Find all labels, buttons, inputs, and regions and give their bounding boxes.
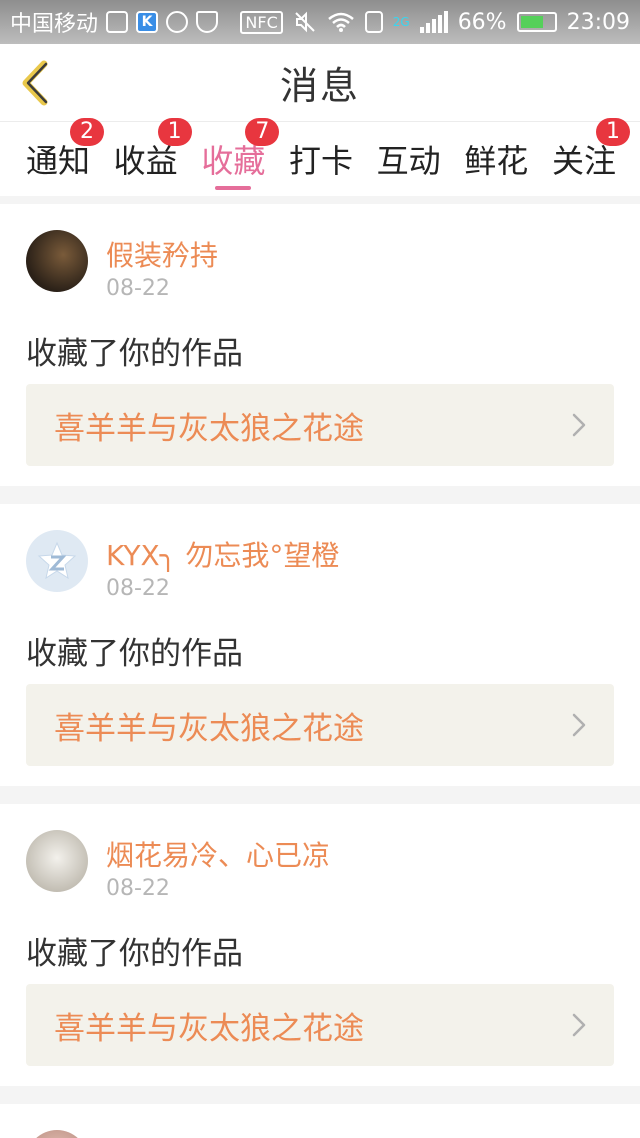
signal-icon <box>419 11 448 33</box>
k-app-icon: K <box>136 11 159 33</box>
timestamp: 08-22 <box>106 276 170 301</box>
nfc-icon: NFC <box>240 10 283 34</box>
work-title: 喜羊羊与灰太狼之花途 <box>54 410 364 447</box>
chevron-right-icon <box>572 413 586 437</box>
avatar[interactable] <box>26 530 88 592</box>
chevron-right-icon <box>572 713 586 737</box>
tab-notifications[interactable]: 通知 2 <box>26 118 105 196</box>
tab-flowers[interactable]: 鲜花 <box>464 122 528 196</box>
avatar[interactable] <box>26 830 88 892</box>
network-label: 2G <box>392 15 410 29</box>
carrier-label: 中国移动 <box>10 12 99 37</box>
page-title: 消息 <box>279 64 360 108</box>
username[interactable]: 假装矜持 <box>106 234 218 274</box>
list-item: KYX╮ 勿忘我°望橙 08-22 收藏了你的作品 喜羊羊与灰太狼之花途 <box>0 504 640 786</box>
work-link[interactable]: 喜羊羊与灰太狼之花途 <box>26 984 614 1066</box>
status-bar: 中国移动 K NFC 2G 66% 23:09 <box>0 0 640 44</box>
tab-interaction[interactable]: 互动 <box>377 122 441 196</box>
tab-favorites[interactable]: 收藏 7 <box>201 118 280 196</box>
tab-checkin[interactable]: 打卡 <box>289 122 353 196</box>
tab-label: 鲜花 <box>464 142 529 180</box>
avatar[interactable] <box>26 1130 88 1138</box>
tab-follows[interactable]: 关注 1 <box>552 118 630 196</box>
activity-text: 收藏了你的作品 <box>26 336 243 372</box>
list-item: 假装矜持 08-22 收藏了你的作品 喜羊羊与灰太狼之花途 <box>0 204 640 486</box>
default-avatar-icon <box>37 541 77 580</box>
unread-badge: 2 <box>70 118 105 146</box>
chevron-right-icon <box>572 1013 586 1037</box>
work-title: 喜羊羊与灰太狼之花途 <box>54 710 364 747</box>
unread-badge: 7 <box>245 118 280 146</box>
sim-icon <box>364 11 383 33</box>
mute-icon <box>295 11 315 33</box>
list-item: 烟花易冷、心已凉 08-22 收藏了你的作品 喜羊羊与灰太狼之花途 <box>0 804 640 1086</box>
activity-text: 收藏了你的作品 <box>26 936 243 972</box>
category-tabs: 通知 2 收益 1 收藏 7 打卡 互动 鲜花 关注 1 <box>0 118 640 196</box>
unread-badge: 1 <box>157 118 192 146</box>
wifi-icon <box>327 12 354 32</box>
username[interactable]: KYX╮ 勿忘我°望橙 <box>106 534 339 574</box>
chevron-left-icon <box>22 60 48 106</box>
unread-badge: 1 <box>595 118 630 146</box>
work-link[interactable]: 喜羊羊与灰太狼之花途 <box>26 384 614 466</box>
tab-label: 打卡 <box>288 142 353 180</box>
list-item <box>0 1104 640 1138</box>
avatar[interactable] <box>26 230 88 292</box>
timestamp: 08-22 <box>106 876 170 901</box>
battery-percent: 66% <box>457 9 507 35</box>
tab-label: 互动 <box>376 142 441 180</box>
image-notification-icon <box>106 11 129 33</box>
work-title: 喜羊羊与灰太狼之花途 <box>54 1010 364 1047</box>
favorites-feed: 假装矜持 08-22 收藏了你的作品 喜羊羊与灰太狼之花途 KYX╮ 勿忘我°望… <box>0 204 640 1138</box>
activity-text: 收藏了你的作品 <box>26 636 243 672</box>
browser-notification-icon <box>166 11 189 33</box>
battery-icon <box>516 12 557 32</box>
back-button[interactable] <box>14 58 54 108</box>
app-header: 消息 <box>0 44 640 122</box>
clock: 23:09 <box>566 9 630 35</box>
tab-earnings[interactable]: 收益 1 <box>114 118 192 196</box>
timestamp: 08-22 <box>106 576 170 601</box>
work-link[interactable]: 喜羊羊与灰太狼之花途 <box>26 684 614 766</box>
username[interactable]: 烟花易冷、心已凉 <box>106 834 330 874</box>
shield-icon <box>196 11 219 33</box>
